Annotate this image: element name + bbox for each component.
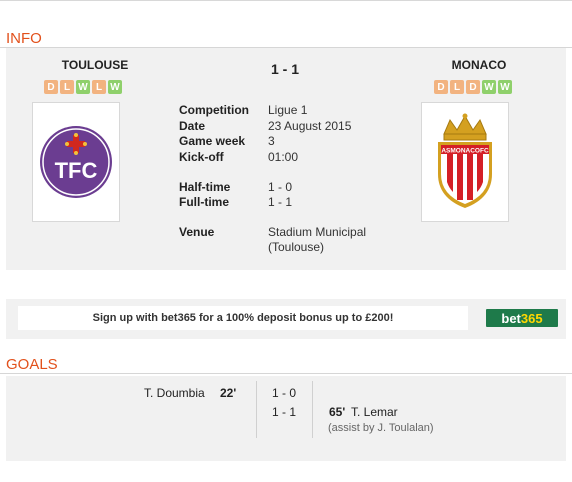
info-section-title: INFO bbox=[6, 30, 42, 47]
form-badge: L bbox=[60, 80, 74, 94]
away-goal-scorer[interactable]: T. Lemar bbox=[351, 405, 398, 419]
form-badge: D bbox=[466, 80, 480, 94]
form-badge: W bbox=[108, 80, 122, 94]
ad-text[interactable]: Sign up with bet365 for a 100% deposit b… bbox=[18, 306, 468, 330]
match-info-panel: TOULOUSE D L W L W TFC 1 - 1 Competition… bbox=[6, 48, 566, 270]
detail-value-venue[interactable]: Stadium Municipal bbox=[268, 225, 366, 239]
home-goal-minute: 22' bbox=[220, 386, 237, 400]
bet365-logo[interactable]: bet 365 bbox=[486, 309, 558, 327]
form-badge: W bbox=[76, 80, 90, 94]
detail-value-kickoff: 01:00 bbox=[268, 150, 299, 164]
detail-value-gameweek: 3 bbox=[268, 134, 275, 148]
form-badge: D bbox=[434, 80, 448, 94]
detail-value-halftime: 1 - 0 bbox=[268, 180, 293, 194]
home-team-form: D L W L W bbox=[44, 80, 122, 94]
detail-label-kickoff: Kick-off bbox=[179, 150, 224, 164]
goal-divider-right bbox=[312, 381, 313, 438]
goals-section-rule bbox=[0, 373, 572, 374]
bet365-ad[interactable]: Sign up with bet365 for a 100% deposit b… bbox=[6, 299, 566, 339]
goals-section-title: GOALS bbox=[6, 356, 58, 373]
form-badge: D bbox=[44, 80, 58, 94]
detail-value-date: 23 August 2015 bbox=[268, 119, 352, 133]
away-team-form: D L D W W bbox=[434, 80, 512, 94]
home-team-name[interactable]: TOULOUSE bbox=[40, 58, 150, 72]
away-goal-assist: (assist by J. Toulalan) bbox=[328, 422, 434, 434]
goal-score-1: 1 - 0 bbox=[272, 386, 297, 400]
form-badge: L bbox=[450, 80, 464, 94]
goal-divider-left bbox=[256, 381, 257, 438]
top-border bbox=[0, 0, 572, 4]
away-team-name[interactable]: MONACO bbox=[424, 58, 534, 72]
form-badge: W bbox=[498, 80, 512, 94]
detail-label-halftime: Half-time bbox=[179, 180, 231, 194]
form-badge: W bbox=[482, 80, 496, 94]
detail-value-competition[interactable]: Ligue 1 bbox=[268, 103, 307, 117]
detail-label-competition: Competition bbox=[179, 103, 249, 117]
detail-label-fulltime: Full-time bbox=[179, 195, 229, 209]
detail-label-date: Date bbox=[179, 119, 206, 133]
home-goal-scorer[interactable]: T. Doumbia bbox=[144, 386, 205, 400]
crest-text: TFC bbox=[55, 158, 98, 183]
toulouse-logo: TFC bbox=[40, 126, 112, 198]
goals-panel: T. Doumbia 22' 1 - 0 1 - 1 65' T. Lemar … bbox=[6, 376, 566, 461]
home-team-crest[interactable]: TFC bbox=[32, 102, 120, 222]
goal-score-2: 1 - 1 bbox=[272, 405, 297, 419]
detail-label-gameweek: Game week bbox=[179, 134, 246, 148]
bet365-logo-prefix: bet bbox=[501, 310, 521, 326]
bet365-logo-suffix: 365 bbox=[520, 310, 543, 326]
crest-text: ASMONACOFC bbox=[441, 148, 489, 155]
away-goal-minute: 65' bbox=[329, 405, 346, 419]
detail-value-venue-city: (Toulouse) bbox=[268, 240, 325, 254]
away-team-crest[interactable]: ASMONACOFC bbox=[421, 102, 509, 222]
detail-value-fulltime: 1 - 1 bbox=[268, 195, 293, 209]
form-badge: L bbox=[92, 80, 106, 94]
detail-label-venue: Venue bbox=[179, 225, 215, 239]
monaco-logo: ASMONACOFC bbox=[438, 113, 492, 208]
match-score: 1 - 1 bbox=[270, 61, 299, 77]
